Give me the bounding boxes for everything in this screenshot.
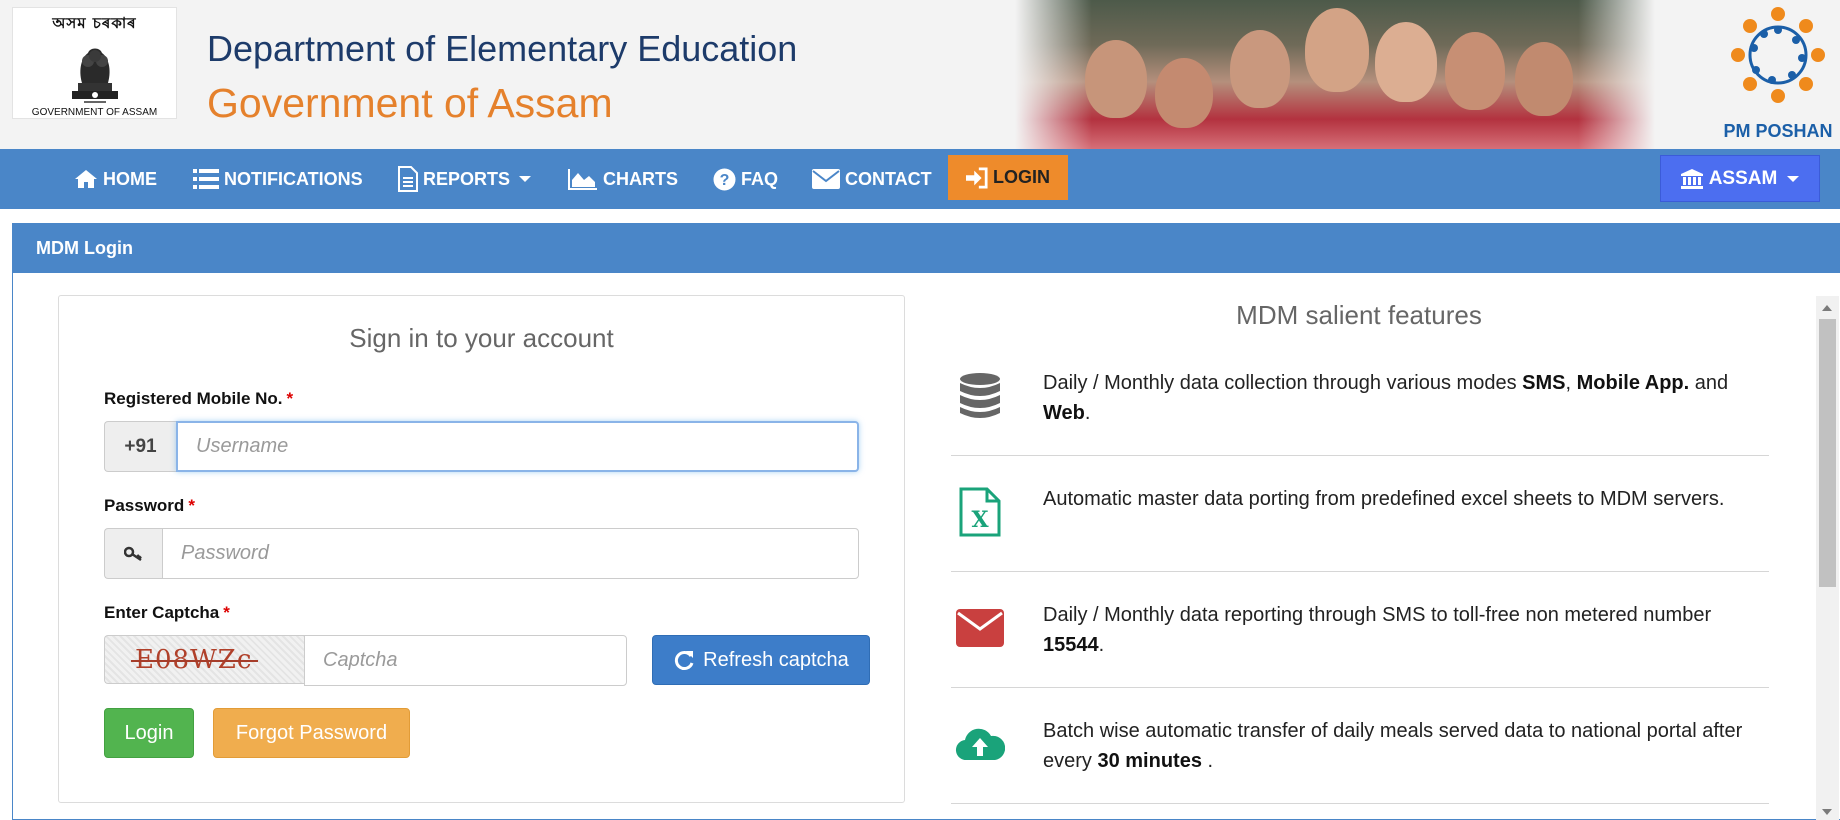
forgot-password-label: Forgot Password: [235, 721, 388, 744]
nav-faq[interactable]: ? FAQ: [713, 149, 778, 209]
mobile-input-group: +91: [104, 421, 859, 472]
sign-in-title: Sign in to your account: [349, 323, 614, 353]
forgot-password-button[interactable]: Forgot Password: [213, 708, 410, 758]
mobile-field-label: Registered Mobile No. *: [104, 389, 293, 409]
required-marker: *: [188, 496, 195, 515]
feature-item: Daily / Monthly data collection through …: [951, 368, 1769, 456]
sign-in-icon: [966, 166, 988, 189]
login-button-label: Login: [124, 721, 174, 744]
login-button[interactable]: Login: [104, 708, 194, 758]
department-title: Department of Elementary Education: [207, 28, 798, 69]
feature-item: Daily / Monthly data reporting through S…: [951, 600, 1769, 688]
list-icon: [193, 169, 219, 189]
institution-icon: [1680, 168, 1703, 189]
feature-bold-interval: 30 minutes: [1097, 750, 1202, 772]
feature-text-part: and: [1689, 372, 1729, 394]
nav-notifications[interactable]: NOTIFICATIONS: [193, 149, 363, 209]
nav-notifications-label: NOTIFICATIONS: [224, 168, 363, 189]
database-icon: [955, 368, 1005, 424]
state-selector-button[interactable]: ASSAM: [1660, 155, 1820, 202]
nav-faq-label: FAQ: [741, 168, 779, 189]
home-icon: [75, 170, 97, 188]
feature-text-part: Daily / Monthly data reporting through S…: [1043, 604, 1712, 626]
envelope-icon: [955, 600, 1005, 656]
emblem-script: অসম চৰকাৰ: [52, 14, 137, 32]
captcha-image: E08WZc: [104, 635, 304, 684]
captcha-input[interactable]: [304, 635, 627, 686]
nav-home-label: HOME: [103, 168, 157, 189]
features-scrollbar[interactable]: [1816, 296, 1839, 820]
feature-item: X Automatic master data porting from pre…: [951, 484, 1769, 572]
password-input-group: [104, 528, 859, 579]
svg-text:?: ?: [720, 172, 730, 189]
envelope-icon: [812, 169, 840, 189]
captcha-label-text: Enter Captcha: [104, 603, 220, 622]
refresh-icon: [675, 651, 694, 670]
cloud-upload-icon: [955, 716, 1005, 772]
refresh-captcha-button[interactable]: Refresh captcha: [652, 635, 870, 685]
question-circle-icon: ?: [713, 168, 736, 190]
scroll-thumb[interactable]: [1819, 319, 1836, 587]
feature-bold-number: 15544: [1043, 634, 1099, 656]
required-marker: *: [223, 603, 230, 622]
feature-text-part: Daily / Monthly data collection through …: [1043, 372, 1523, 394]
key-addon: [104, 528, 162, 579]
refresh-captcha-label: Refresh captcha: [703, 648, 849, 671]
feature-bold-mobile-app: Mobile App.: [1576, 372, 1690, 394]
site-header: অসম চৰকাৰ GOVERNMENT OF ASSAM Department…: [0, 0, 1840, 149]
captcha-field-label: Enter Captcha *: [104, 603, 230, 623]
feature-text-part: .: [1098, 634, 1105, 656]
feature-text: Daily / Monthly data collection through …: [1043, 368, 1763, 428]
ashoka-lion-icon: [71, 48, 118, 103]
assam-government-emblem: অসম চৰকাৰ GOVERNMENT OF ASSAM: [12, 7, 177, 119]
required-marker: *: [286, 389, 294, 408]
nav-contact[interactable]: CONTACT: [812, 149, 932, 209]
nav-login-label: LOGIN: [993, 167, 1050, 187]
feature-text-part: .: [1201, 750, 1214, 772]
file-icon: [398, 166, 418, 192]
feature-text-part: .: [1084, 402, 1091, 424]
password-input[interactable]: [162, 528, 859, 579]
feature-bold-web: Web: [1043, 402, 1085, 424]
nav-charts-label: CHARTS: [603, 168, 678, 189]
pm-poshan-label: PM POSHAN: [1723, 121, 1833, 141]
mobile-label-text: Registered Mobile No.: [104, 389, 283, 408]
svg-text:X: X: [971, 507, 989, 533]
username-input[interactable]: [176, 421, 859, 472]
feature-text-part: ,: [1565, 372, 1577, 394]
nav-home[interactable]: HOME: [74, 149, 157, 209]
pm-poshan-emblem-icon: [1731, 7, 1825, 103]
feature-text: Automatic master data porting from prede…: [1043, 488, 1725, 510]
feature-bold-sms: SMS: [1522, 372, 1566, 394]
nav-charts[interactable]: CHARTS: [568, 149, 678, 209]
government-subtitle: Government of Assam: [207, 80, 613, 126]
captcha-input-group: E08WZc: [104, 635, 627, 686]
state-selector-label: ASSAM: [1708, 167, 1778, 189]
scroll-up-arrow-icon[interactable]: [1822, 305, 1832, 311]
feature-text: Daily / Monthly data reporting through S…: [1043, 600, 1763, 660]
feature-text: Batch wise automatic transfer of daily m…: [1043, 716, 1763, 776]
feature-item: Batch wise automatic transfer of daily m…: [951, 716, 1769, 804]
chevron-down-icon: [1787, 175, 1800, 182]
main-navbar: HOME NOTIFICATIONS REPORTS CHARTS ? FAQ …: [0, 149, 1840, 209]
password-label-text: Password: [104, 496, 185, 515]
area-chart-icon: [568, 169, 597, 190]
nav-reports[interactable]: REPORTS: [398, 149, 532, 209]
nav-contact-label: CONTACT: [845, 168, 932, 189]
excel-file-icon: X: [955, 484, 1005, 540]
captcha-code: E08WZc: [130, 644, 259, 675]
emblem-caption: GOVERNMENT OF ASSAM: [31, 107, 158, 118]
nav-reports-label: REPORTS: [423, 168, 511, 189]
panel-heading: MDM Login: [13, 224, 1840, 273]
key-icon: [123, 546, 142, 561]
features-title: MDM salient features: [1236, 300, 1482, 330]
sign-in-card: Sign in to your account Registered Mobil…: [58, 295, 905, 803]
children-banner-photo: [1015, 0, 1655, 149]
nav-login[interactable]: LOGIN: [948, 155, 1068, 200]
password-field-label: Password *: [104, 496, 195, 516]
scroll-down-arrow-icon[interactable]: [1822, 809, 1832, 815]
country-code-addon: +91: [104, 421, 176, 472]
chevron-down-icon: [519, 176, 532, 182]
pm-poshan-logo: PM POSHAN: [1720, 0, 1836, 149]
